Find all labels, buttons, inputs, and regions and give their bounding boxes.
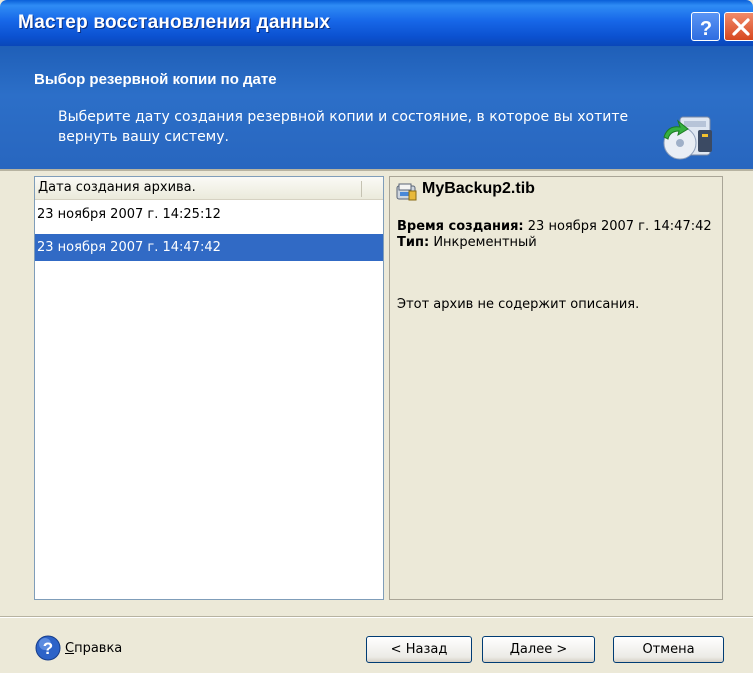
help-accel-key: С xyxy=(65,641,75,656)
close-button[interactable] xyxy=(724,12,753,41)
list-row-backup-2[interactable]: 23 ноября 2007 г. 14:47:42 xyxy=(35,234,383,261)
step-title: Выбор резервной копии по дате xyxy=(34,71,277,88)
recovery-wizard-window: Мастер восстановления данных ? Выбор рез… xyxy=(0,0,753,673)
list-column-header[interactable]: Дата создания архива. xyxy=(35,177,383,200)
archive-details-panel: MyBackup2.tib Время создания: 23 ноября … xyxy=(389,176,723,600)
archive-file-name: MyBackup2.tib xyxy=(422,180,535,197)
archive-description: Этот архив не содержит описания. xyxy=(397,297,640,312)
back-button[interactable]: < Назад xyxy=(366,636,472,663)
type-value: Инкрементный xyxy=(433,235,537,250)
archive-info: Время создания: 23 ноября 2007 г. 14:47:… xyxy=(397,219,715,251)
question-icon: ? xyxy=(700,18,712,40)
title-bar[interactable]: Мастер восстановления данных ? xyxy=(0,0,753,46)
help-icon[interactable]: ? xyxy=(35,635,61,661)
wizard-header: Выбор резервной копии по дате Выберите д… xyxy=(0,46,753,169)
archive-file-icon xyxy=(396,183,417,201)
column-header-label: Дата создания архива. xyxy=(38,180,196,195)
window-title: Мастер восстановления данных xyxy=(18,12,331,33)
column-divider[interactable] xyxy=(361,181,362,197)
svg-text:?: ? xyxy=(43,639,53,658)
backup-date-list[interactable]: Дата создания архива. 23 ноября 2007 г. … xyxy=(34,176,384,600)
close-icon xyxy=(732,18,750,36)
help-link-rest: правка xyxy=(74,641,123,656)
help-title-button[interactable]: ? xyxy=(691,12,720,41)
footer-separator-highlight xyxy=(0,617,753,618)
created-value: 23 ноября 2007 г. 14:47:42 xyxy=(527,219,712,234)
step-description: Выберите дату создания резервной копии и… xyxy=(58,109,629,145)
restore-computer-icon xyxy=(663,116,712,160)
type-label: Тип: xyxy=(397,235,430,250)
list-row-backup-1[interactable]: 23 ноября 2007 г. 14:25:12 xyxy=(35,201,383,228)
help-link[interactable]: Справка xyxy=(65,641,122,656)
header-separator xyxy=(0,169,753,171)
created-label: Время создания: xyxy=(397,219,524,234)
svg-text:?: ? xyxy=(700,18,712,40)
next-button[interactable]: Далее > xyxy=(482,636,595,663)
cancel-button[interactable]: Отмена xyxy=(613,636,724,663)
